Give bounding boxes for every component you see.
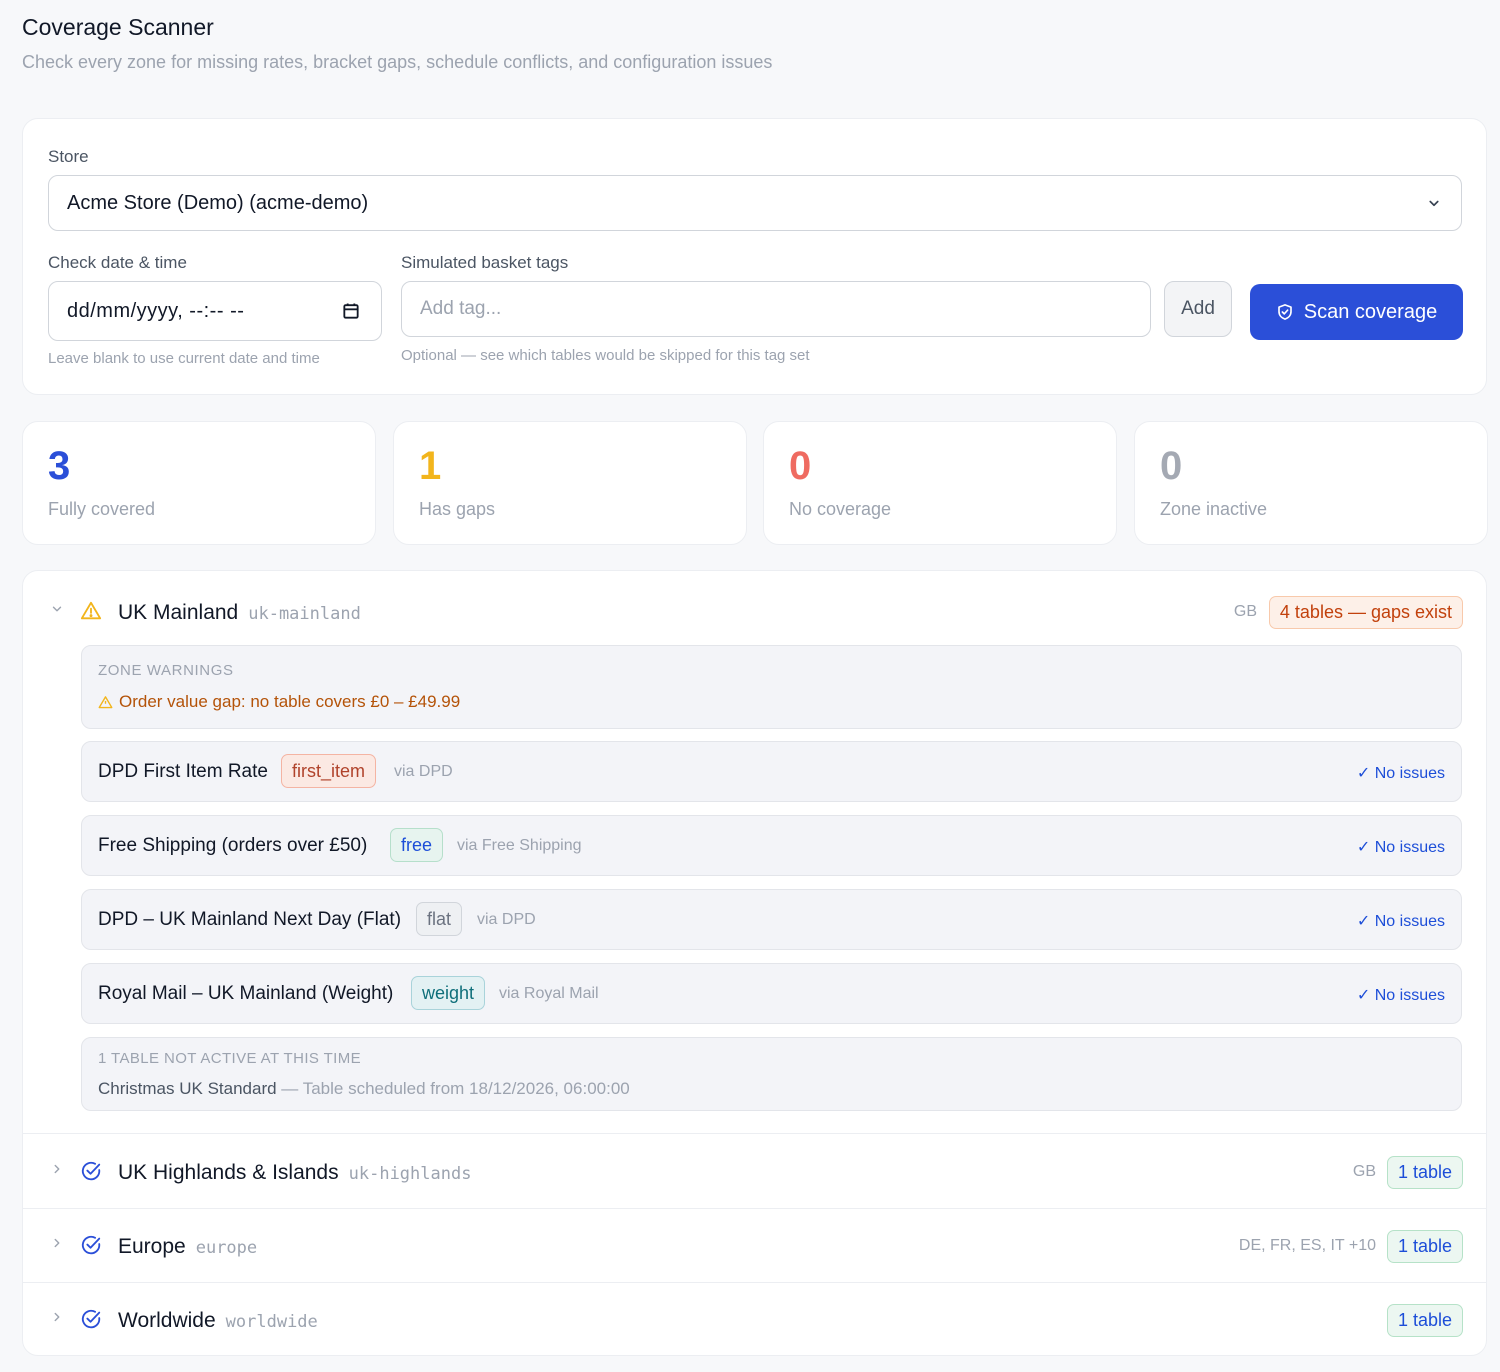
zone-header-worldwide[interactable]: Worldwide worldwide 1 table — [23, 1282, 1486, 1355]
zone-warning-item: Order value gap: no table covers £0 – £4… — [98, 692, 460, 712]
table-status: ✓ No issues — [1356, 839, 1445, 856]
table-type-tag: flat — [416, 902, 463, 936]
warning-triangle-icon — [80, 601, 102, 620]
scan-coverage-button[interactable]: Scan coverage — [1250, 284, 1463, 340]
calendar-icon[interactable] — [341, 301, 361, 321]
check-date-value: dd/mm/yyyy, --:-- -- — [67, 299, 245, 322]
zone-warnings-title: ZONE WARNINGS — [98, 662, 234, 679]
table-name: DPD – UK Mainland Next Day (Flat) — [98, 909, 402, 930]
page-title: Coverage Scanner — [22, 14, 214, 40]
check-date-input[interactable]: dd/mm/yyyy, --:-- -- — [48, 281, 382, 341]
tags-label: Simulated basket tags — [401, 253, 569, 272]
scan-coverage-label: Scan coverage — [1303, 300, 1438, 323]
table-carrier: via Free Shipping — [457, 837, 582, 854]
stat-label: Has gaps — [419, 499, 496, 519]
chevron-right-icon[interactable] — [50, 1310, 64, 1324]
check-circle-icon — [81, 1309, 101, 1329]
zone-status-badge: 4 tables — gaps exist — [1268, 596, 1463, 629]
stat-value: 1 — [419, 444, 442, 488]
inactive-table-item: Christmas UK Standard — Table scheduled … — [98, 1079, 630, 1099]
zone-countries: DE, FR, ES, IT +10 — [1238, 1237, 1376, 1254]
table-status: ✓ No issues — [1356, 765, 1445, 782]
store-select[interactable]: Acme Store (Demo) (acme-demo) — [48, 175, 1462, 231]
table-status: ✓ No issues — [1356, 913, 1445, 930]
stat-value: 3 — [48, 444, 71, 488]
table-type-tag: first_item — [281, 754, 377, 788]
zones-list: UK Mainland uk-mainland GB 4 tables — gap… — [22, 570, 1487, 1356]
table-name: Free Shipping (orders over £50) — [98, 835, 368, 856]
zone-countries: GB — [1352, 1163, 1376, 1180]
stat-label: No coverage — [789, 499, 892, 519]
check-circle-icon — [81, 1161, 101, 1181]
zone-warnings-box: ZONE WARNINGS Order value gap: no table … — [81, 645, 1462, 729]
zone-status-badge: 1 table — [1386, 1156, 1463, 1189]
table-name: Royal Mail – UK Mainland (Weight) — [98, 983, 394, 1004]
stat-label: Zone inactive — [1160, 499, 1268, 519]
inactive-tables-title: 1 TABLE NOT ACTIVE AT THIS TIME — [98, 1050, 362, 1067]
table-type-tag: free — [390, 828, 444, 862]
tag-input-placeholder: Add tag... — [420, 298, 502, 319]
stat-no-coverage: 0 No coverage — [763, 421, 1117, 545]
page-subtitle: Check every zone for missing rates, brac… — [22, 52, 773, 72]
stat-label: Fully covered — [48, 499, 156, 519]
table-carrier: via DPD — [394, 763, 453, 780]
zone-status-badge: 1 table — [1386, 1230, 1463, 1263]
zone-slug: europe — [195, 1238, 258, 1258]
tag-input[interactable]: Add tag... — [401, 281, 1151, 337]
zone-name: UK Mainland uk-mainland — [118, 601, 361, 624]
stat-value: 0 — [789, 444, 812, 488]
zone-name: Europe europe — [118, 1235, 258, 1258]
add-tag-button[interactable]: Add — [1164, 281, 1232, 337]
chevron-right-icon[interactable] — [50, 1236, 64, 1250]
zone-header-europe[interactable]: Europe europe DE, FR, ES, IT +10 1 table — [23, 1208, 1486, 1282]
scan-form-card: Store Acme Store (Demo) (acme-demo) Chec… — [22, 118, 1487, 395]
zone-name: Worldwide worldwide — [118, 1309, 318, 1332]
chevron-down-icon[interactable] — [50, 602, 64, 616]
table-type-tag: weight — [411, 976, 486, 1010]
table-status: ✓ No issues — [1356, 987, 1445, 1004]
stat-fully-covered: 3 Fully covered — [22, 421, 376, 545]
inactive-tables-box: 1 TABLE NOT ACTIVE AT THIS TIME Christma… — [81, 1037, 1462, 1111]
table-carrier: via DPD — [477, 911, 536, 928]
zone-name: UK Highlands & Islands uk-highlands — [118, 1161, 472, 1184]
inactive-table-schedule: — Table scheduled from 18/12/2026, 06:00… — [276, 1079, 630, 1098]
table-carrier: via Royal Mail — [499, 985, 599, 1002]
inactive-table-name: Christmas UK Standard — [98, 1079, 277, 1098]
date-label: Check date & time — [48, 253, 187, 272]
tags-hint: Optional — see which tables would be ski… — [401, 347, 810, 364]
zone-slug: uk-mainland — [248, 604, 361, 624]
stat-value: 0 — [1160, 444, 1183, 488]
zone-countries: GB — [1233, 603, 1257, 620]
zone-slug: uk-highlands — [348, 1164, 472, 1184]
table-row[interactable]: Royal Mail – UK Mainland (Weight) weight… — [81, 963, 1462, 1024]
check-circle-icon — [81, 1235, 101, 1255]
warning-triangle-icon — [98, 695, 113, 708]
zone-header-uk-mainland[interactable]: UK Mainland uk-mainland GB 4 tables — gap… — [23, 574, 1486, 648]
date-hint: Leave blank to use current date and time — [48, 350, 320, 367]
shield-check-icon — [1277, 304, 1292, 320]
table-row[interactable]: DPD – UK Mainland Next Day (Flat) flat v… — [81, 889, 1462, 950]
table-row[interactable]: DPD First Item Rate first_item via DPD ✓… — [81, 741, 1462, 802]
zone-status-badge: 1 table — [1386, 1304, 1463, 1337]
table-name: DPD First Item Rate — [98, 761, 268, 782]
zone-slug: worldwide — [225, 1312, 318, 1332]
store-label: Store — [48, 147, 89, 166]
store-select-value: Acme Store (Demo) (acme-demo) — [67, 191, 369, 214]
chevron-right-icon[interactable] — [50, 1162, 64, 1176]
stat-zone-inactive: 0 Zone inactive — [1134, 421, 1488, 545]
table-row[interactable]: Free Shipping (orders over £50) free via… — [81, 815, 1462, 876]
stat-has-gaps: 1 Has gaps — [393, 421, 747, 545]
zone-header-uk-highlands[interactable]: UK Highlands & Islands uk-highlands GB 1 … — [23, 1134, 1486, 1208]
chevron-down-icon — [1429, 200, 1439, 207]
